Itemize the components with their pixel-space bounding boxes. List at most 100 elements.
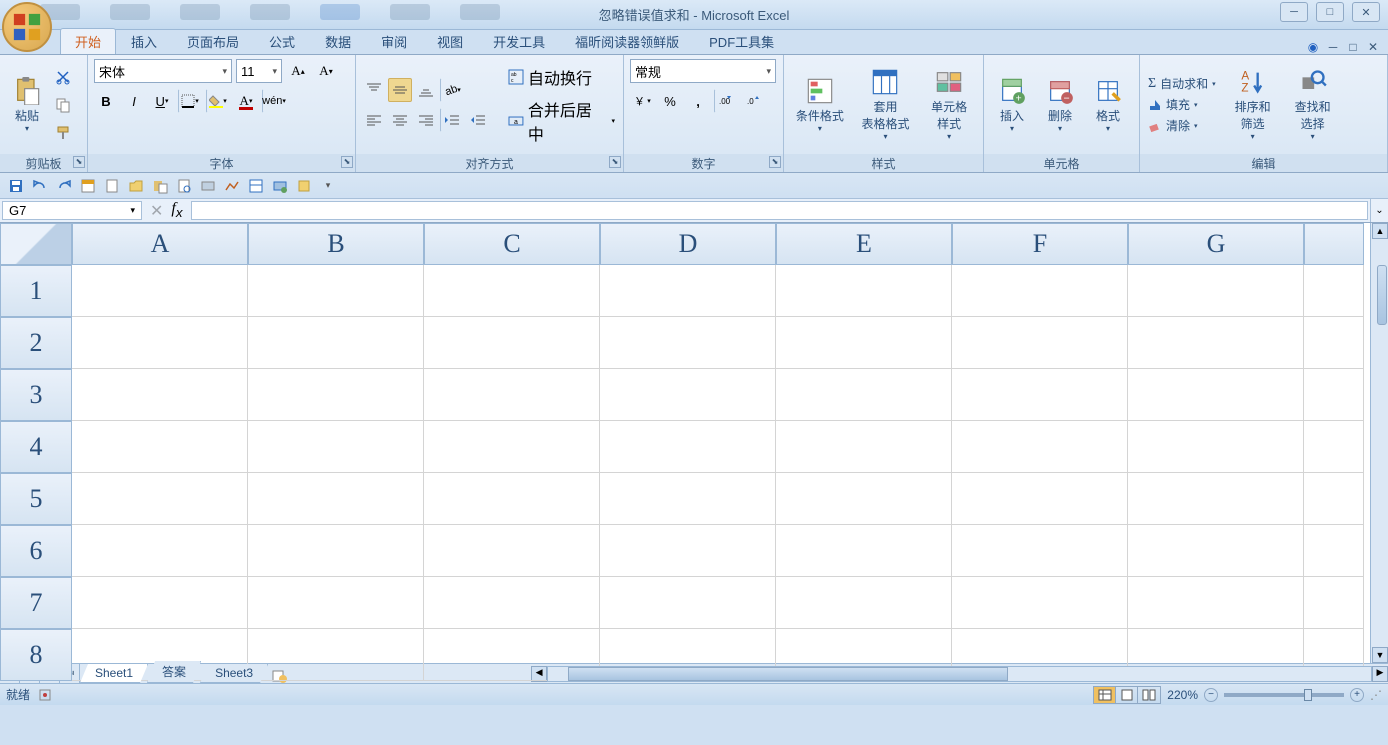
cell[interactable]: [952, 577, 1128, 629]
grow-font-button[interactable]: A▴: [286, 59, 310, 83]
font-color-button[interactable]: A▾: [234, 89, 258, 113]
vscroll-thumb[interactable]: [1377, 265, 1387, 325]
format-cells-button[interactable]: 格式▾: [1086, 65, 1130, 145]
zoom-level[interactable]: 220%: [1167, 688, 1198, 702]
fill-button[interactable]: 填充▾: [1146, 95, 1218, 114]
phonetic-button[interactable]: wén▾: [262, 89, 286, 113]
cell[interactable]: [1128, 525, 1304, 577]
tab-layout[interactable]: 页面布局: [172, 28, 254, 54]
align-top-button[interactable]: [362, 78, 386, 102]
sheet-tab-2[interactable]: 答案: [147, 661, 201, 683]
cell[interactable]: [600, 421, 776, 473]
border-button[interactable]: ▾: [178, 89, 202, 113]
col-header-g[interactable]: G: [1128, 223, 1304, 265]
format-as-table-button[interactable]: 套用 表格格式▾: [854, 65, 918, 145]
tab-data[interactable]: 数据: [310, 28, 366, 54]
undo-icon[interactable]: [30, 176, 50, 196]
tab-review[interactable]: 审阅: [366, 28, 422, 54]
font-name-combo[interactable]: 宋体▾: [94, 59, 232, 83]
cell[interactable]: [952, 265, 1128, 317]
redo-icon[interactable]: [54, 176, 74, 196]
clear-button[interactable]: 清除▾: [1146, 116, 1218, 135]
cell[interactable]: [600, 473, 776, 525]
cell[interactable]: [72, 265, 248, 317]
zoom-slider[interactable]: [1224, 693, 1344, 697]
font-size-combo[interactable]: 11▾: [236, 59, 282, 83]
scroll-up-icon[interactable]: ▲: [1372, 223, 1388, 239]
save-icon[interactable]: [6, 176, 26, 196]
cell[interactable]: [1304, 369, 1364, 421]
cell[interactable]: [424, 473, 600, 525]
cell[interactable]: [1304, 317, 1364, 369]
col-header-b[interactable]: B: [248, 223, 424, 265]
row-header-6[interactable]: 6: [0, 525, 72, 577]
cell[interactable]: [600, 577, 776, 629]
qat-icon-11[interactable]: [246, 176, 266, 196]
number-dialog-icon[interactable]: ⬊: [769, 156, 781, 168]
align-right-button[interactable]: [414, 108, 438, 132]
zoom-slider-thumb[interactable]: [1304, 689, 1312, 701]
tab-formulas[interactable]: 公式: [254, 28, 310, 54]
cell[interactable]: [600, 525, 776, 577]
cell[interactable]: [248, 577, 424, 629]
cell[interactable]: [776, 317, 952, 369]
cell[interactable]: [600, 265, 776, 317]
underline-button[interactable]: U▾: [150, 89, 174, 113]
resize-grip-icon[interactable]: ⋰: [1370, 688, 1382, 702]
row-header-4[interactable]: 4: [0, 421, 72, 473]
cell-styles-button[interactable]: 单元格 样式▾: [921, 65, 977, 145]
cell[interactable]: [952, 369, 1128, 421]
delete-cells-button[interactable]: − 删除▾: [1038, 65, 1082, 145]
ribbon-minimize-icon[interactable]: ─: [1326, 40, 1340, 54]
view-page-layout-icon[interactable]: [1116, 687, 1138, 703]
view-normal-icon[interactable]: [1094, 687, 1116, 703]
row-header-2[interactable]: 2: [0, 317, 72, 369]
cell[interactable]: [424, 265, 600, 317]
shrink-font-button[interactable]: A▾: [314, 59, 338, 83]
decrease-decimal-button[interactable]: .0: [742, 89, 766, 113]
cell[interactable]: [72, 369, 248, 421]
cell[interactable]: [248, 473, 424, 525]
tab-insert[interactable]: 插入: [116, 28, 172, 54]
qat-icon-7[interactable]: [150, 176, 170, 196]
row-header-8[interactable]: 8: [0, 629, 72, 681]
cell[interactable]: [952, 525, 1128, 577]
qat-icon-10[interactable]: [222, 176, 242, 196]
cell[interactable]: [424, 421, 600, 473]
paste-button[interactable]: 粘贴 ▾: [6, 65, 48, 145]
cell[interactable]: [248, 421, 424, 473]
align-left-button[interactable]: [362, 108, 386, 132]
cell[interactable]: [1304, 265, 1364, 317]
scroll-down-icon[interactable]: ▼: [1372, 647, 1388, 663]
cell[interactable]: [1128, 577, 1304, 629]
qat-icon-4[interactable]: [78, 176, 98, 196]
cell[interactable]: [1128, 317, 1304, 369]
align-bottom-button[interactable]: [414, 78, 438, 102]
help-icon[interactable]: ◉: [1306, 40, 1320, 54]
orientation-button[interactable]: ab▾: [440, 78, 464, 102]
cell[interactable]: [952, 317, 1128, 369]
cell[interactable]: [72, 577, 248, 629]
cell[interactable]: [1128, 369, 1304, 421]
cell[interactable]: [1304, 525, 1364, 577]
close-button[interactable]: ✕: [1352, 2, 1380, 22]
find-select-button[interactable]: 查找和 选择▾: [1288, 65, 1338, 145]
fill-color-button[interactable]: ▾: [206, 89, 230, 113]
bold-button[interactable]: B: [94, 89, 118, 113]
view-page-break-icon[interactable]: [1138, 687, 1160, 703]
sheet-tab-3[interactable]: Sheet3: [200, 664, 268, 683]
currency-button[interactable]: ￥▾: [630, 89, 654, 113]
cell[interactable]: [424, 369, 600, 421]
cell[interactable]: [776, 473, 952, 525]
cell[interactable]: [248, 369, 424, 421]
tab-foxit[interactable]: 福昕阅读器领鲜版: [560, 28, 694, 54]
row-header-5[interactable]: 5: [0, 473, 72, 525]
macro-record-icon[interactable]: [38, 688, 52, 702]
merge-center-button[interactable]: a合并后居中▾: [506, 96, 617, 146]
fx-cancel-icon[interactable]: ✕: [150, 201, 163, 221]
row-header-7[interactable]: 7: [0, 577, 72, 629]
open-icon[interactable]: [126, 176, 146, 196]
formula-input[interactable]: [191, 201, 1368, 220]
number-format-combo[interactable]: 常规▾: [630, 59, 776, 83]
cell[interactable]: [72, 473, 248, 525]
